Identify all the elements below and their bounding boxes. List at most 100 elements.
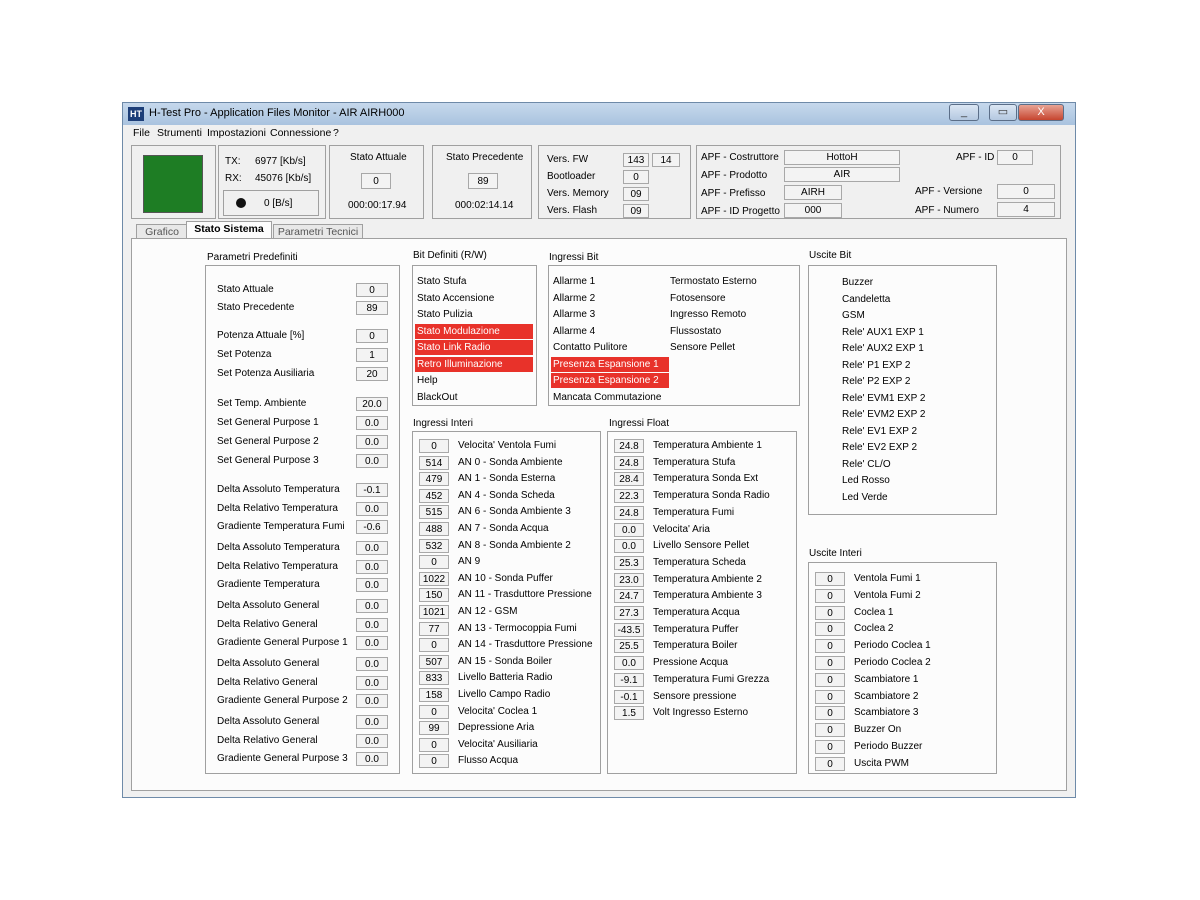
param-value: 0.0: [356, 636, 388, 650]
bit-definito-item[interactable]: Stato Pulizia: [415, 307, 533, 322]
uscita-intera-label: Scambiatore 1: [854, 673, 919, 685]
tab-parametri-tecnici[interactable]: Parametri Tecnici: [273, 224, 363, 239]
uscite-bit-group: Buzzer Candeletta GSM Rele' AUX1 EXP 1 Rele'…: [808, 265, 997, 515]
ingresso-bit-item: Allarme 1: [553, 276, 596, 287]
ingresso-intero-value: 0: [419, 704, 449, 719]
ingresso-bit-item: Contatto Pulitore: [553, 342, 628, 353]
app-icon: HT: [128, 107, 144, 121]
ingresso-float-label: Temperatura Acqua: [653, 607, 740, 618]
ingresso-bit-item: Presenza Espansione 2: [551, 373, 669, 388]
param-label: Set General Purpose 1: [217, 417, 319, 428]
param-label: Gradiente Temperatura: [217, 579, 320, 590]
ingresso-float-label: Temperatura Sonda Radio: [653, 490, 770, 502]
ingresso-bit-item: Sensore Pellet: [670, 342, 736, 353]
minimize-button[interactable]: _: [949, 104, 979, 121]
bit-definito-item[interactable]: Retro Illuminazione: [415, 356, 533, 372]
uscita-intera-value: 0: [815, 672, 845, 687]
bit-definito-item[interactable]: Stato Modulazione: [415, 323, 533, 339]
uscita-bit-item: Buzzer: [842, 277, 874, 288]
uscita-bit-item: Rele' P1 EXP 2: [842, 359, 911, 371]
param-label: Delta Relativo General: [217, 735, 318, 746]
fw-value-major: 143: [623, 153, 649, 167]
minimize-icon: _: [960, 106, 968, 118]
stato-attuale-value: 0: [361, 173, 391, 189]
title-bar[interactable]: HT H-Test Pro - Application Files Monito…: [123, 103, 1075, 125]
uscita-bit-item: Rele' EVM1 EXP 2: [842, 392, 926, 404]
param-label: Set General Purpose 3: [217, 455, 319, 466]
param-value: 20: [356, 367, 388, 381]
ingresso-intero-value: 0: [419, 638, 449, 653]
menu-strumenti[interactable]: Strumenti: [157, 127, 202, 139]
param-value: 0.0: [356, 560, 388, 574]
ingresso-intero-value: 532: [419, 538, 449, 553]
ingresso-float-label: Temperatura Ambiente 1: [653, 440, 762, 451]
uscita-intera-value: 0: [815, 572, 845, 586]
ingresso-intero-label: AN 11 - Trasduttore Pressione: [458, 589, 592, 601]
bit-definito-item[interactable]: Help: [415, 373, 533, 388]
param-label: Potenza Attuale [%]: [217, 330, 305, 341]
bootloader-value: 0: [623, 170, 649, 184]
app-window: HT H-Test Pro - Application Files Monito…: [122, 102, 1076, 798]
ingresso-float-value: 28.4: [614, 472, 644, 487]
ingresso-float-value: 0.0: [614, 522, 644, 537]
uscita-intera-value: 0: [815, 588, 845, 603]
uscita-bit-item: Led Rosso: [842, 475, 890, 486]
apf-id-progetto-value: 000: [784, 203, 842, 218]
param-value: -0.1: [356, 483, 388, 497]
ingresso-float-value: -43.5: [614, 622, 644, 637]
ingresso-intero-label: AN 1 - Sonda Esterna: [458, 473, 556, 485]
param-label: Stato Precedente: [217, 302, 295, 313]
ingresso-bit-item: Presenza Espansione 1: [551, 356, 669, 372]
menu-connessione[interactable]: Connessione: [270, 127, 331, 139]
apf-numero-value: 4: [997, 202, 1055, 217]
ingresso-float-label: Temperatura Stufa: [653, 456, 736, 468]
apf-versione-label: APF - Versione: [915, 186, 983, 197]
ingresso-float-label: Temperatura Fumi Grezza: [653, 673, 770, 685]
apf-costruttore-value: HottoH: [784, 150, 900, 165]
param-label: Delta Assoluto General: [217, 658, 320, 669]
param-value: 0.0: [356, 416, 388, 430]
ingresso-intero-value: 150: [419, 588, 449, 603]
ingressi-interi-title: Ingressi Interi: [413, 418, 474, 429]
param-value: 0.0: [356, 541, 388, 555]
restore-button[interactable]: ▭: [989, 104, 1017, 121]
param-label: Delta Assoluto Temperatura: [217, 542, 340, 553]
menu-impostazioni[interactable]: Impostazioni: [207, 127, 266, 139]
ingresso-intero-value: 0: [419, 737, 449, 752]
tab-grafico[interactable]: Grafico: [136, 224, 188, 239]
menu-file[interactable]: File: [133, 127, 150, 139]
ingresso-intero-value: 0: [419, 439, 449, 453]
param-value: 0.0: [356, 618, 388, 632]
bit-definito-item[interactable]: Stato Accensione: [415, 291, 533, 306]
param-value: 20.0: [356, 397, 388, 411]
param-label: Delta Relativo Temperatura: [217, 561, 338, 572]
uscita-bit-item: Rele' AUX1 EXP 1: [842, 326, 924, 338]
ingresso-intero-label: AN 15 - Sonda Boiler: [458, 655, 552, 667]
rate-box: 0 [B/s]: [223, 190, 319, 216]
param-label: Delta Assoluto Temperatura: [217, 484, 340, 495]
ingresso-float-label: Temperatura Scheda: [653, 556, 746, 568]
uscita-intera-label: Periodo Buzzer: [854, 741, 923, 752]
ingresso-bit-item: Ingresso Remoto: [670, 309, 747, 320]
bit-definito-item[interactable]: Stato Link Radio: [415, 340, 533, 355]
menu-help[interactable]: ?: [333, 127, 339, 139]
param-value: 0.0: [356, 435, 388, 449]
ingresso-intero-value: 488: [419, 522, 449, 536]
ingresso-bit-item: Fotosensore: [670, 292, 726, 304]
uscita-intera-label: Coclea 2: [854, 623, 894, 635]
param-value: 0.0: [356, 657, 388, 671]
ingresso-intero-value: 99: [419, 721, 449, 736]
ingresso-float-value: 24.8: [614, 455, 644, 470]
bit-definito-item[interactable]: BlackOut: [415, 390, 533, 405]
close-button[interactable]: X: [1018, 104, 1064, 121]
ingresso-intero-label: AN 9: [458, 556, 481, 568]
param-value: 89: [356, 301, 388, 315]
bit-definito-item[interactable]: Stato Stufa: [415, 274, 533, 289]
param-label: Stato Attuale: [217, 284, 274, 295]
bit-definiti-group: Stato Stufa Stato Accensione Stato Pulizia…: [412, 265, 537, 406]
ingresso-float-value: 0.0: [614, 656, 644, 671]
uscita-intera-label: Scambiatore 2: [854, 690, 919, 702]
apf-panel: APF - Costruttore HottoH APF - Prodotto …: [696, 145, 1061, 219]
param-value: 0: [356, 329, 388, 343]
ingresso-float-label: Livello Sensore Pellet: [653, 540, 750, 552]
